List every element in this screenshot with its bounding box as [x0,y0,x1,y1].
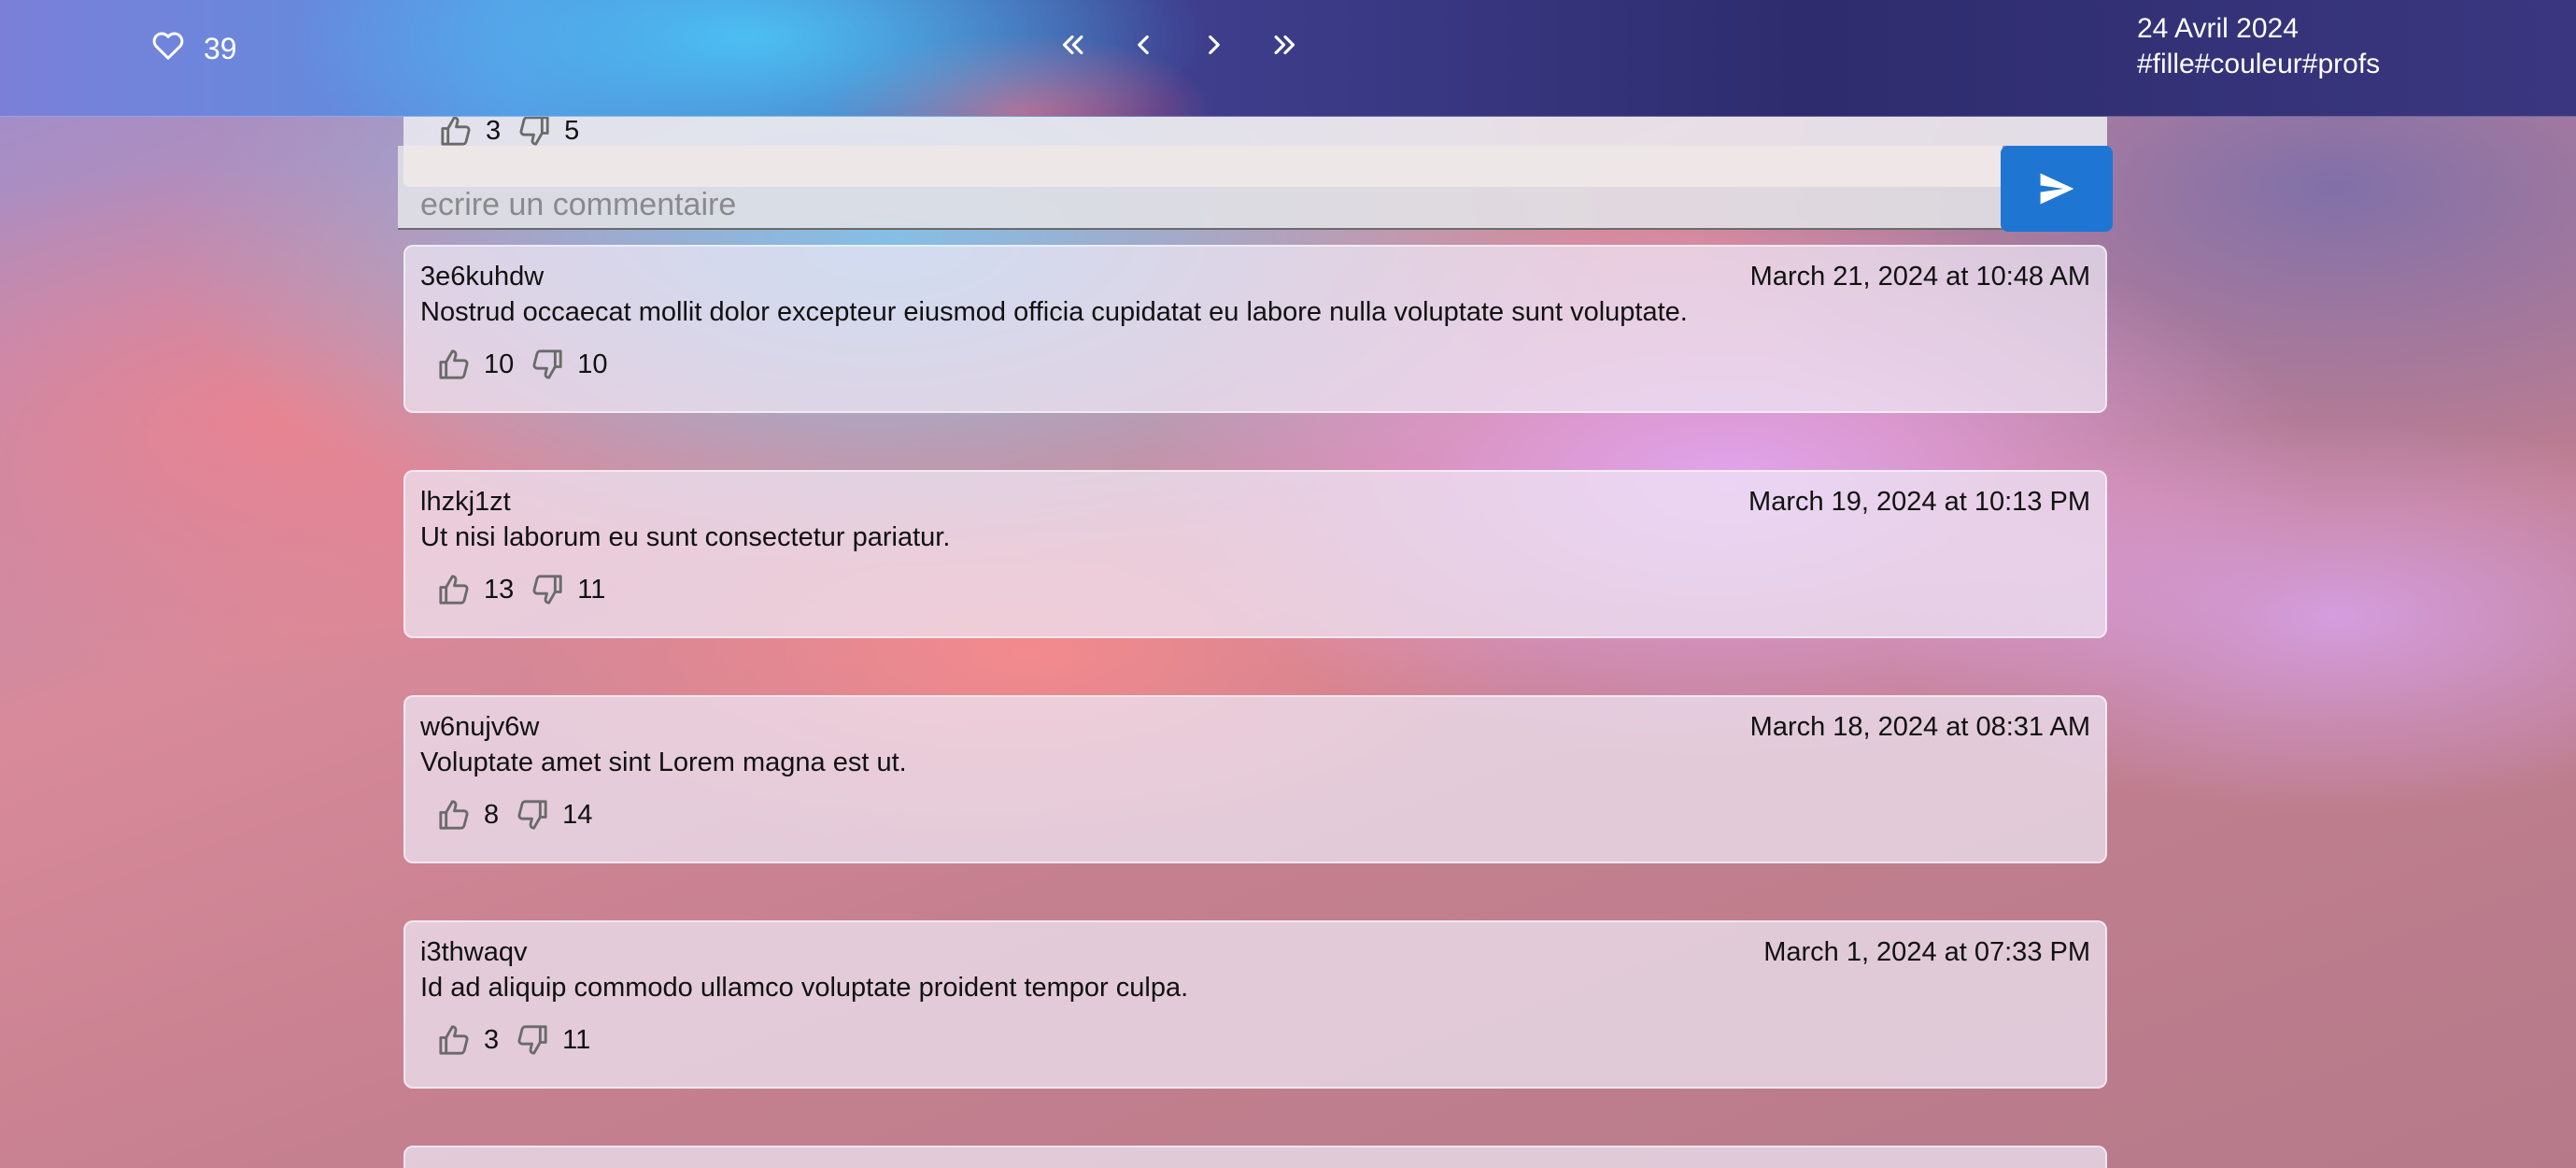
previous-item-votes-row: 3 5 [403,116,2107,146]
thumbs-down-icon [532,575,562,605]
thumbs-up-icon [439,800,469,830]
comment-composer [398,146,2113,232]
like-control[interactable]: 39 [149,26,237,71]
thumbs-up-button[interactable] [433,344,474,385]
thumbs-down-icon [517,800,547,830]
comment-card: i3thwaqv March 1, 2024 at 07:33 PM Id ad… [403,920,2107,1089]
upvote-count: 13 [484,574,515,605]
send-button[interactable] [2001,146,2113,232]
thumbs-down-icon [517,1025,547,1055]
upvote-count: 3 [484,1024,500,1055]
thumbs-up-icon [441,116,471,146]
thumbs-down-button[interactable] [527,344,568,385]
comment-card-partial [403,1146,2107,1168]
thumbs-up-button[interactable] [433,569,474,610]
comment-date: March 21, 2024 at 10:48 AM [1749,262,2090,292]
thumbs-up-icon [439,1025,469,1055]
heart-icon[interactable] [149,26,187,71]
downvote-count: 14 [562,799,593,830]
comment-date: March 1, 2024 at 07:33 PM [1763,937,2090,967]
last-page-button[interactable] [1267,26,1304,64]
vote-bar: 13 11 [433,569,618,610]
post-meta: 24 Avril 2024 #fille#couleur#profs [2137,11,2380,82]
comment-text: Nostrud occaecat mollit dolor excepteur … [420,297,1688,327]
thumbs-down-button[interactable] [527,569,568,610]
double-chevron-right-icon [1274,35,1295,55]
thumbs-up-button[interactable] [433,1019,474,1061]
thumbs-down-button[interactable] [512,794,553,835]
thumbs-up-icon [439,575,469,605]
comment-text: Id ad aliquip commodo ullamco voluptate … [420,973,1189,1003]
comment-text: Ut nisi laborum eu sunt consectetur pari… [420,522,951,552]
comment-card: 3e6kuhdw March 21, 2024 at 10:48 AM Nost… [403,245,2107,413]
chevron-right-icon [1209,35,1220,55]
pagination [1054,26,1304,64]
chevron-left-icon [1138,35,1149,55]
send-icon [2040,173,2074,205]
top-bar: 39 24 Avril 2024 #fille#couleur#profs [0,0,2576,117]
vote-bar: 8 14 [433,794,605,835]
previous-page-button[interactable] [1125,26,1162,64]
thumbs-down-button[interactable] [512,1019,553,1061]
input-shade [403,146,2003,187]
thumbs-down-icon [532,349,562,379]
vote-bar: 3 11 [433,1019,603,1061]
downvote-count: 11 [562,1024,591,1055]
comment-card: lhzkj1zt March 19, 2024 at 10:13 PM Ut n… [403,470,2107,638]
upvote-count: 3 [486,115,502,146]
comment-text: Voluptate amet sint Lorem magna est ut. [420,748,907,777]
comment-date: March 19, 2024 at 10:13 PM [1748,487,2090,517]
upvote-count: 10 [484,349,515,379]
downvote-count: 5 [564,115,580,146]
double-chevron-left-icon [1062,35,1083,55]
downvote-count: 11 [577,574,606,605]
thumbs-up-button[interactable] [433,794,474,835]
thumbs-up-icon [439,349,469,379]
comment-card: w6nujv6w March 18, 2024 at 08:31 AM Volu… [403,695,2107,863]
like-count: 39 [204,31,237,65]
downvote-count: 10 [577,349,608,379]
comment-author[interactable]: 3e6kuhdw [420,262,544,292]
comment-author[interactable]: w6nujv6w [420,712,539,743]
post-date: 24 Avril 2024 [2137,13,2299,44]
comment-date: March 18, 2024 at 08:31 AM [1749,712,2090,742]
post-tags[interactable]: #fille#couleur#profs [2137,47,2380,82]
next-page-button[interactable] [1196,26,1233,64]
upvote-count: 8 [484,799,500,830]
thumbs-down-icon [519,116,549,146]
first-page-button[interactable] [1054,26,1091,64]
comment-input[interactable] [418,185,1991,224]
comment-author[interactable]: i3thwaqv [420,937,527,968]
vote-bar: 10 10 [433,344,621,385]
comment-author[interactable]: lhzkj1zt [420,487,511,518]
